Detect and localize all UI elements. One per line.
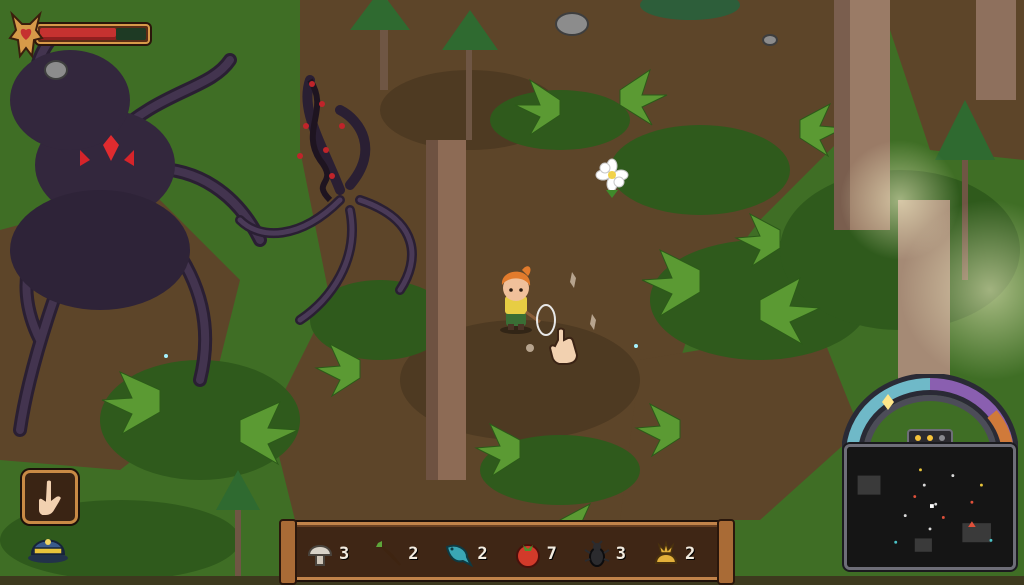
hotbar-count: 3 xyxy=(339,544,350,564)
flower-bulb-icon xyxy=(654,540,677,564)
hotbar-slot-tomato[interactable]: 7 xyxy=(513,539,575,569)
heart-emblem-icon xyxy=(8,10,44,59)
minimap-screen[interactable] xyxy=(844,444,1016,570)
fish-icon xyxy=(446,544,474,568)
beetle-icon xyxy=(584,540,610,567)
carrot-icon xyxy=(376,541,401,566)
hotbar-count: 2 xyxy=(408,544,419,564)
hotbar-scroll-right xyxy=(717,519,735,585)
equipped-tool-slot[interactable] xyxy=(22,470,78,524)
bare-hand-icon xyxy=(37,478,64,517)
health-meter xyxy=(8,10,150,66)
hotbar-slot-carrot[interactable]: 2 xyxy=(374,539,436,569)
minimap-display xyxy=(848,447,1012,567)
hotbar-slot-fish[interactable]: 2 xyxy=(443,539,505,569)
hotbar-slot-mushroom[interactable]: 3 xyxy=(305,539,367,569)
health-bar-empty xyxy=(116,28,146,40)
helmet-icon xyxy=(28,539,68,563)
hotbar-count: 2 xyxy=(477,544,488,564)
hotbar-count: 3 xyxy=(615,544,626,564)
helmet-button[interactable] xyxy=(26,528,70,564)
day-cycle-dial xyxy=(842,374,1018,454)
tomato-icon xyxy=(515,544,540,568)
mushroom-icon xyxy=(307,545,333,566)
hotbar-slot-bulb[interactable]: 2 xyxy=(651,539,713,569)
hotbar-scroll-left xyxy=(279,519,297,585)
hotbar-count: 2 xyxy=(684,544,696,564)
inventory-hotbar: 3 2 2 7 3 2 xyxy=(279,519,735,585)
hotbar-count: 7 xyxy=(546,544,557,564)
health-bar-fill xyxy=(40,28,116,40)
health-bar xyxy=(36,24,150,44)
hotbar-slot-beetle[interactable]: 3 xyxy=(582,539,644,569)
minimap[interactable] xyxy=(842,374,1018,572)
